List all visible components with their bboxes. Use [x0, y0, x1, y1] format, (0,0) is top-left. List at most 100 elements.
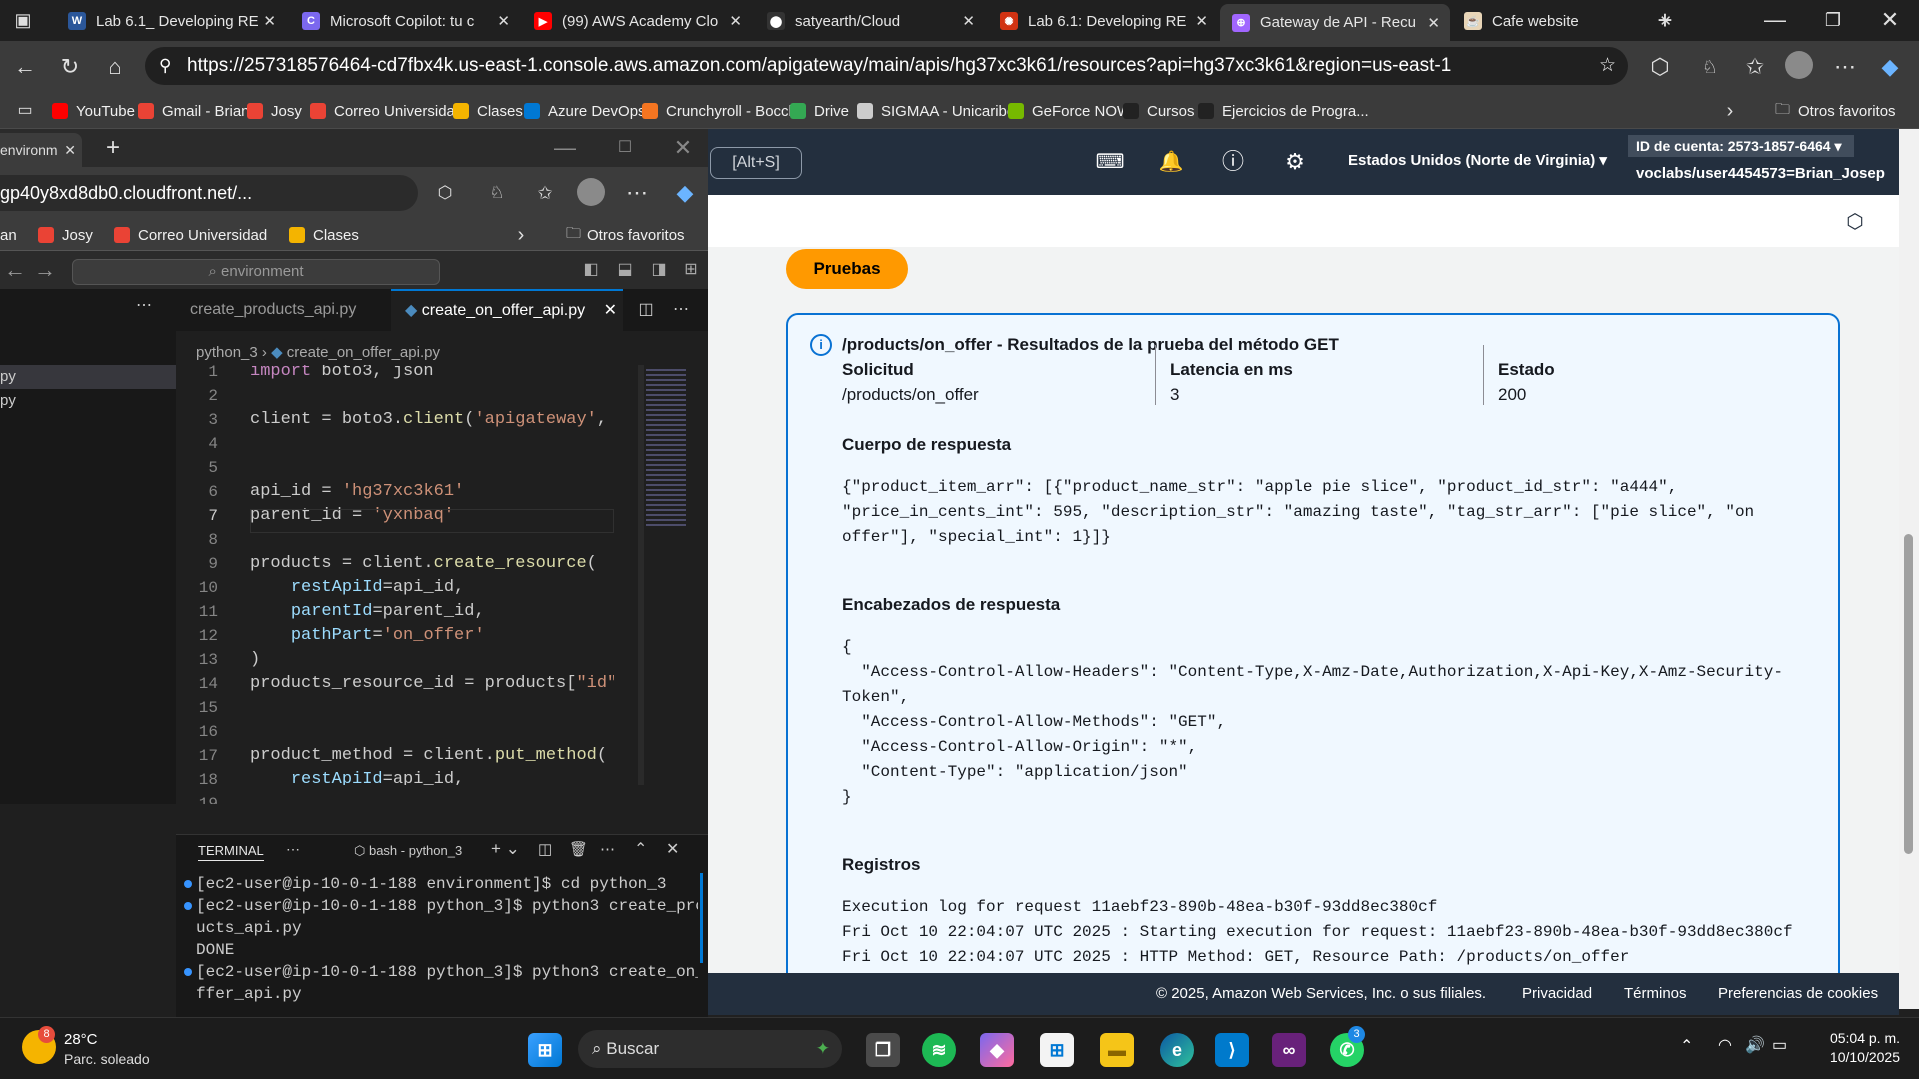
customize-layout-icon[interactable]: ⊞ — [676, 255, 706, 285]
popup-url-field[interactable]: gp40y8xd8db0.cloudfront.net/... — [0, 175, 418, 211]
back-icon[interactable]: ← — [10, 52, 40, 82]
browser-tab[interactable]: ⬤ satyearth/Cloud ✕ — [755, 6, 985, 36]
browser-essentials-icon[interactable]: ♘ — [482, 178, 512, 208]
copilot-icon[interactable]: ◆ — [980, 1033, 1014, 1067]
bookmark-item[interactable]: Correo Universidad — [310, 93, 463, 129]
split-editor-icon[interactable]: ◫ — [631, 295, 661, 325]
weather-desc[interactable]: Parc. soleado — [64, 1051, 150, 1067]
taskbar-search[interactable]: ⌕ Buscar ✦ — [578, 1030, 842, 1068]
tab-pruebas[interactable]: Pruebas — [786, 249, 908, 289]
browser-tab[interactable]: ✺ Lab 6.1: Developing RE ✕ — [988, 6, 1218, 36]
browser-tab[interactable]: ☕ Cafe website ✕ — [1452, 6, 1682, 36]
more-menu-icon[interactable]: ⋯ — [622, 178, 652, 208]
bookmark-item[interactable]: SIGMAA - Unicaribe — [857, 93, 1015, 129]
home-icon[interactable]: ⌂ — [100, 52, 130, 82]
tab-actions-icon[interactable]: ▣ — [8, 5, 38, 35]
bookmarks-overflow-icon[interactable]: › — [1715, 96, 1745, 126]
volume-icon[interactable]: 🔊 — [1745, 1035, 1765, 1055]
editor-tab[interactable]: create_products_api.py — [176, 289, 390, 331]
editor-scrollbar[interactable] — [638, 365, 644, 785]
avatar[interactable] — [577, 178, 605, 206]
visual-studio-icon[interactable]: ∞ — [1272, 1033, 1306, 1067]
collections-icon[interactable]: ▭ — [10, 96, 40, 126]
more-menu-icon[interactable]: ⋯ — [1830, 52, 1860, 82]
copilot-icon[interactable]: ◆ — [670, 178, 700, 208]
new-tab-icon[interactable]: + — [1650, 5, 1680, 35]
account-id-badge[interactable]: ID de cuenta: 2573-1857-6464 ▾ — [1628, 135, 1854, 157]
bookmark-item[interactable]: Ejercicios de Progra... — [1198, 93, 1369, 129]
favorites-icon[interactable]: ✩ — [530, 178, 560, 208]
footer-cookies[interactable]: Preferencias de cookies — [1718, 985, 1878, 1002]
terminal-output[interactable]: [ec2-user@ip-10-0-1-188 environment]$ cd… — [182, 873, 698, 1018]
bookmarks-overflow-icon[interactable]: › — [506, 220, 536, 250]
close-window-icon[interactable]: ✕ — [1875, 5, 1905, 35]
spotify-icon[interactable]: ≋ — [922, 1033, 956, 1067]
maximize-icon[interactable]: ☐ — [610, 133, 640, 163]
ide-search-input[interactable]: ⌕ environment — [72, 259, 440, 285]
scrollbar-thumb[interactable] — [1904, 534, 1913, 854]
maximize-icon[interactable]: ❐ — [1818, 5, 1848, 35]
edge-icon[interactable]: e — [1160, 1033, 1194, 1067]
other-favorites[interactable]: 🗀 Otros favoritos — [566, 219, 685, 251]
close-icon[interactable]: ✕ — [604, 291, 617, 331]
site-info-icon[interactable]: ⚲ — [159, 47, 171, 85]
bookmark-item[interactable]: Clases — [453, 93, 523, 129]
popup-bookmark[interactable]: Correo Universidad — [114, 219, 267, 251]
store-icon[interactable]: ⊞ — [1040, 1033, 1074, 1067]
extensions-icon[interactable]: ⬡ — [1645, 52, 1675, 82]
reload-icon[interactable]: ↻ — [55, 52, 85, 82]
browser-essentials-icon[interactable]: ♘ — [1695, 52, 1725, 82]
gear-icon[interactable]: ⚙ — [1280, 147, 1310, 177]
popup-tab[interactable]: environm ✕ — [0, 133, 82, 167]
bookmark-item[interactable]: Gmail - Brian — [138, 93, 250, 129]
explorer-item[interactable]: py — [0, 392, 16, 409]
start-icon[interactable]: ⊞ — [528, 1033, 562, 1067]
region-selector[interactable]: Estados Unidos (Norte de Virginia) ▾ — [1348, 151, 1607, 169]
close-icon[interactable]: ✕ — [64, 133, 76, 167]
battery-icon[interactable]: ▭ — [1772, 1035, 1787, 1055]
minimap[interactable] — [646, 369, 686, 529]
explorer-item[interactable]: py — [0, 365, 176, 389]
page-scrollbar[interactable] — [1899, 129, 1919, 1009]
popup-bookmark[interactable]: Clases — [289, 219, 359, 251]
bookmark-item[interactable]: Drive — [790, 93, 849, 129]
copilot-icon[interactable]: ◆ — [1875, 52, 1905, 82]
file-explorer-icon[interactable]: ▬ — [1100, 1033, 1134, 1067]
wifi-icon[interactable]: ◠ — [1718, 1035, 1732, 1055]
editor-more-icon[interactable]: ⋯ — [666, 295, 696, 325]
terminal-shell-selector[interactable]: ⬡ bash - python_3 — [354, 843, 462, 859]
trash-icon[interactable]: 🗑 — [569, 840, 588, 858]
explorer-more-icon[interactable]: ⋯ — [136, 295, 152, 315]
terminal-tab[interactable]: TERMINAL — [198, 843, 264, 861]
footer-privacy[interactable]: Privacidad — [1522, 985, 1592, 1002]
vscode-icon[interactable]: ⟩ — [1215, 1033, 1249, 1067]
bookmark-item[interactable]: Josy — [247, 93, 302, 129]
chevron-up-icon[interactable]: ⌃ — [1680, 1036, 1693, 1056]
new-tab-icon[interactable]: + — [98, 133, 128, 163]
toggle-panel-icon[interactable]: ⬓ — [610, 255, 640, 285]
settings-hex-icon[interactable]: ⬡ — [1840, 207, 1870, 237]
popup-bookmark[interactable]: Josy — [38, 219, 93, 251]
terminal-more-icon[interactable]: ⋯ — [600, 840, 615, 858]
close-tab-icon[interactable]: ✕ — [1427, 14, 1440, 32]
bookmark-item[interactable]: GeForce NOW — [1008, 93, 1131, 129]
browser-tab[interactable]: C Microsoft Copilot: tu c ✕ — [290, 6, 520, 36]
close-window-icon[interactable]: ✕ — [668, 133, 698, 163]
close-tab-icon[interactable]: ✕ — [1195, 12, 1208, 30]
bookmark-item[interactable]: YouTube — [52, 93, 135, 129]
split-terminal-icon[interactable]: ◫ — [538, 840, 552, 858]
code-area[interactable]: import boto3, json client = boto3.client(… — [250, 365, 614, 785]
browser-tab[interactable]: W Lab 6.1_ Developing RE ✕ — [56, 6, 286, 36]
back-icon[interactable]: ← — [0, 255, 30, 285]
toggle-secondary-sidebar-icon[interactable]: ◨ — [644, 255, 674, 285]
bell-icon[interactable]: 🔔 — [1156, 147, 1186, 177]
close-panel-icon[interactable]: ✕ — [666, 839, 679, 859]
minimize-icon[interactable]: — — [550, 133, 580, 163]
close-tab-icon[interactable]: ✕ — [962, 12, 975, 30]
bookmark-item[interactable]: Azure DevOps — [524, 93, 646, 129]
avatar[interactable] — [1785, 51, 1813, 79]
forward-icon[interactable]: → — [30, 255, 60, 285]
new-terminal-icon[interactable]: + ⌄ — [491, 839, 520, 859]
bookmark-item[interactable]: Cursos — [1123, 93, 1195, 129]
minimize-icon[interactable]: — — [1760, 5, 1790, 35]
